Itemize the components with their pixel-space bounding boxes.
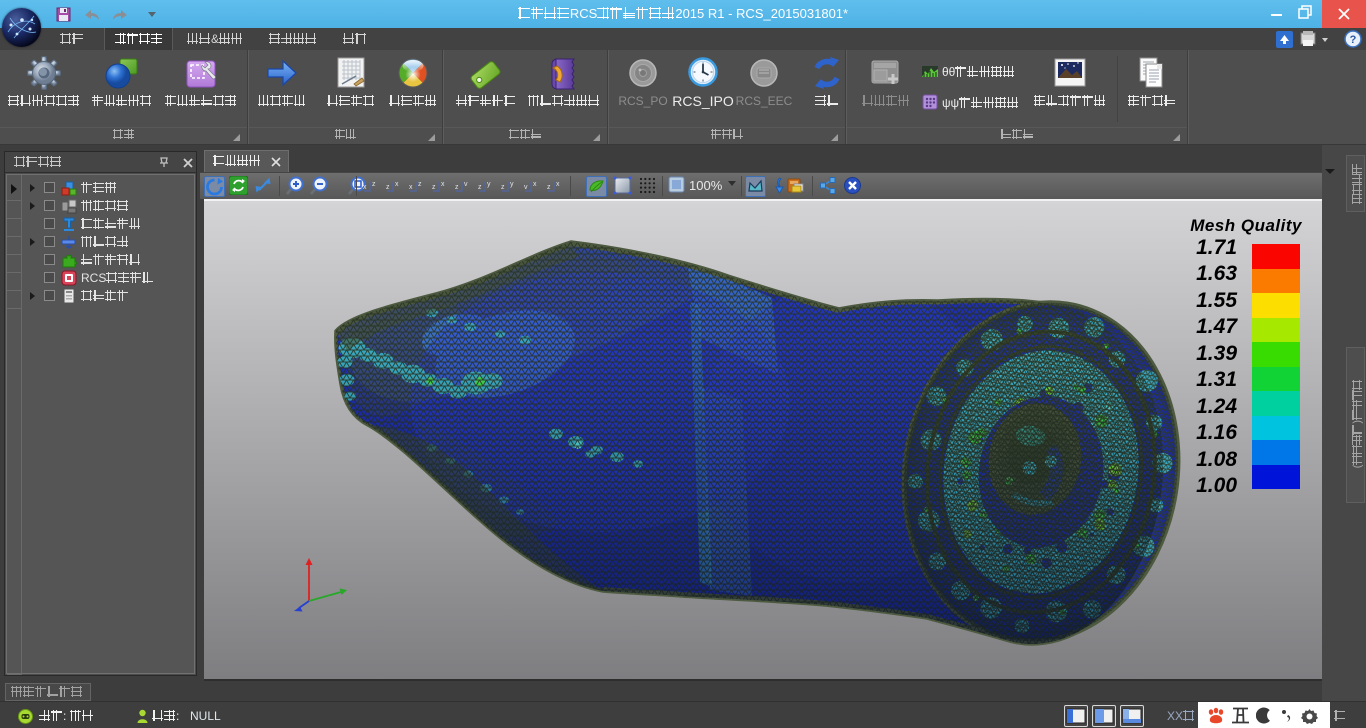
svg-text:y: y: [510, 181, 514, 188]
svg-text:x: x: [409, 184, 413, 191]
svg-text:x: x: [533, 181, 537, 188]
svg-text:z: z: [432, 184, 436, 191]
svg-text:z: z: [418, 181, 422, 188]
svg-text:z: z: [547, 184, 551, 191]
svg-text:?: ?: [1350, 34, 1357, 46]
svg-text:v: v: [464, 181, 468, 188]
svg-text:z: z: [455, 184, 459, 191]
svg-text:z: z: [478, 184, 482, 191]
svg-text:y: y: [487, 181, 491, 188]
svg-text:x: x: [441, 181, 445, 188]
svg-text:v: v: [524, 184, 528, 191]
svg-text:z: z: [372, 181, 376, 188]
svg-text:z: z: [501, 184, 505, 191]
svg-text:x: x: [395, 181, 399, 188]
svg-text:x: x: [363, 184, 367, 191]
svg-text:x: x: [556, 181, 560, 188]
svg-text:z: z: [386, 184, 390, 191]
